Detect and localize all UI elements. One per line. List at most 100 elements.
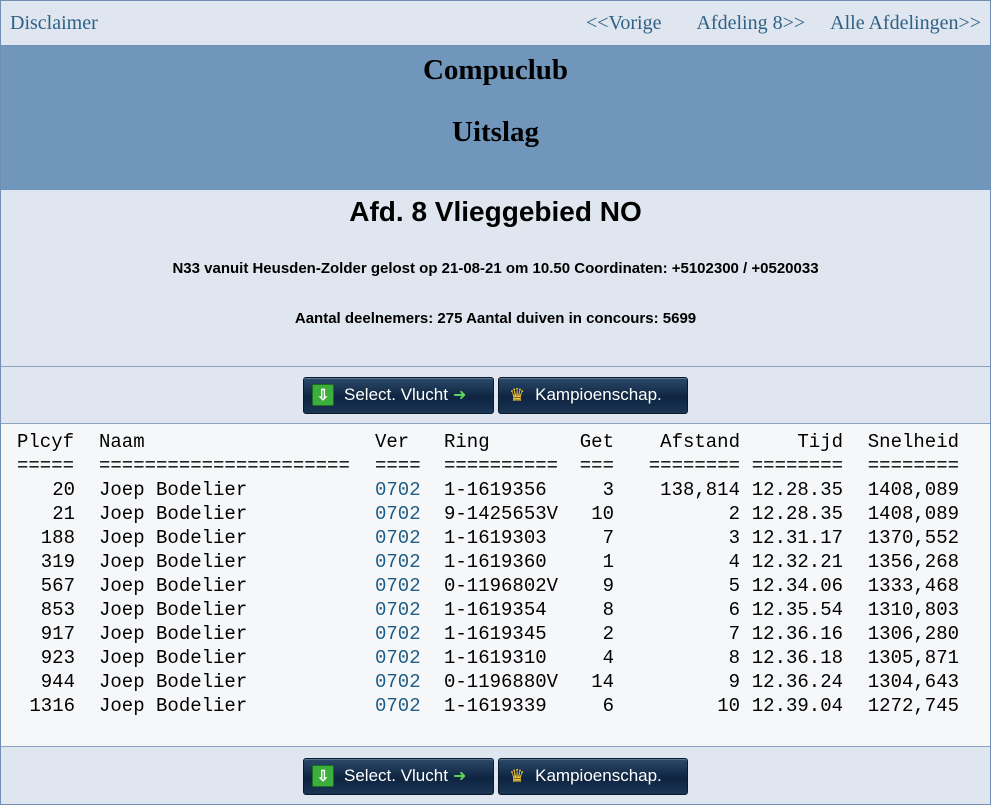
cell-plcyf: 917 xyxy=(40,623,75,645)
all-afdelingen-link[interactable]: Alle Afdelingen>> xyxy=(830,12,981,35)
cell-afstand: 5 xyxy=(728,575,740,597)
cell-ring: 9-1425653V xyxy=(444,503,559,525)
page-title: Uitslag xyxy=(452,116,539,148)
cell-tijd: 12.36.16 xyxy=(751,623,843,645)
cell-tijd: 12.32.21 xyxy=(751,551,843,573)
separator-afstand: ======== xyxy=(648,455,740,477)
cell-plcyf: 944 xyxy=(40,671,75,693)
championship-label: Kampioenschap. xyxy=(535,385,662,404)
table-header-row: Plcyf Naam Ver Ring Get Afstand Tijd Snelheid xyxy=(17,430,990,454)
separator-snelheid: ======== xyxy=(867,455,959,477)
select-flight-button[interactable]: ⇩ Select. Vlucht ➜ xyxy=(303,376,494,414)
cell-snelheid: 1305,871 xyxy=(867,647,959,669)
afdeling-8-link[interactable]: Afdeling 8>> xyxy=(696,12,805,35)
cell-ring: 0-1196802V xyxy=(444,575,559,597)
crown-icon: ♛ xyxy=(509,765,526,786)
cell-ver-link[interactable]: 0702 xyxy=(375,598,440,622)
cell-get: 2 xyxy=(602,623,614,645)
cell-naam: Joep Bodelier xyxy=(99,647,248,669)
cell-ver-link[interactable]: 0702 xyxy=(375,478,440,502)
table-row: 21 Joep Bodelier 0702 9-1425653V 10 2 12.28.35… xyxy=(17,502,990,526)
cell-ring: 1-1619360 xyxy=(444,551,547,573)
table-row: 923 Joep Bodelier 0702 1-1619310 4 8 12.36.18 1… xyxy=(17,646,990,670)
table-row: 1316 Joep Bodelier 0702 1-1619339 6 10 12.39.0… xyxy=(17,694,990,718)
cell-tijd: 12.34.06 xyxy=(751,575,843,597)
cell-tijd: 12.28.35 xyxy=(751,503,843,525)
championship-button[interactable]: ♛ Kampioenschap. xyxy=(498,376,688,414)
cell-ver-link[interactable]: 0702 xyxy=(375,622,440,646)
cell-ring: 1-1619345 xyxy=(444,623,547,645)
cell-plcyf: 20 xyxy=(52,479,75,501)
table-row: 319 Joep Bodelier 0702 1-1619360 1 4 12.32.21 1… xyxy=(17,550,990,574)
cell-ver-link[interactable]: 0702 xyxy=(375,550,440,574)
cell-snelheid: 1306,280 xyxy=(867,623,959,645)
cell-naam: Joep Bodelier xyxy=(99,695,248,717)
cell-tijd: 12.39.04 xyxy=(751,695,843,717)
cell-tijd: 12.36.18 xyxy=(751,647,843,669)
table-row: 188 Joep Bodelier 0702 1-1619303 7 3 12.31.17 1… xyxy=(17,526,990,550)
cell-plcyf: 567 xyxy=(40,575,75,597)
participants-info: Aantal deelnemers: 275 Aantal duiven in … xyxy=(294,310,697,327)
col-header-snelheid: Snelheid xyxy=(867,431,959,453)
results-pre: Plcyf Naam Ver Ring Get Afstand Tijd Snelheid ==… xyxy=(17,430,990,718)
cell-tijd: 12.36.24 xyxy=(751,671,843,693)
col-header-get: Get xyxy=(579,431,614,453)
cell-tijd: 12.35.54 xyxy=(751,599,843,621)
cell-afstand: 9 xyxy=(728,671,740,693)
cell-get: 1 xyxy=(602,551,614,573)
cell-snelheid: 1310,803 xyxy=(867,599,959,621)
cell-tijd: 12.28.35 xyxy=(751,479,843,501)
cell-snelheid: 1370,552 xyxy=(867,527,959,549)
cell-afstand: 138,814 xyxy=(660,479,740,501)
cell-tijd: 12.31.17 xyxy=(751,527,843,549)
cell-ver-link[interactable]: 0702 xyxy=(375,526,440,550)
previous-link[interactable]: <<Vorige xyxy=(586,12,662,35)
download-icon: ⇩ xyxy=(312,765,334,787)
table-row: 853 Joep Bodelier 0702 1-1619354 8 6 12.35.54 1… xyxy=(17,598,990,622)
col-header-afstand: Afstand xyxy=(660,431,740,453)
cell-get: 14 xyxy=(591,671,614,693)
cell-naam: Joep Bodelier xyxy=(99,671,248,693)
cell-ver-link[interactable]: 0702 xyxy=(375,670,440,694)
cell-naam: Joep Bodelier xyxy=(99,599,248,621)
cell-naam: Joep Bodelier xyxy=(99,551,248,573)
table-row: 917 Joep Bodelier 0702 1-1619345 2 7 12.36.16 1… xyxy=(17,622,990,646)
arrow-right-icon: ➜ xyxy=(452,768,467,785)
cell-snelheid: 1304,643 xyxy=(867,671,959,693)
cell-afstand: 3 xyxy=(728,527,740,549)
cell-ring: 1-1619354 xyxy=(444,599,547,621)
select-flight-button-bottom[interactable]: ⇩ Select. Vlucht ➜ xyxy=(303,757,494,795)
cell-ring: 0-1196880V xyxy=(444,671,559,693)
club-header: Compuclub Uitslag xyxy=(1,45,990,190)
separator-plcyf: ===== xyxy=(17,455,75,477)
table-row: 567 Joep Bodelier 0702 0-1196802V 9 5 12.34.06… xyxy=(17,574,990,598)
cell-ring: 1-1619310 xyxy=(444,647,547,669)
table-row: 20 Joep Bodelier 0702 1-1619356 3 138,814 12.2… xyxy=(17,478,990,502)
cell-get: 8 xyxy=(602,599,614,621)
cell-naam: Joep Bodelier xyxy=(99,527,248,549)
col-header-ver: Ver xyxy=(375,431,410,453)
select-flight-label: Select. Vlucht xyxy=(344,766,448,785)
cell-ring: 1-1619303 xyxy=(444,527,547,549)
cell-plcyf: 1316 xyxy=(29,695,75,717)
cell-ver-link[interactable]: 0702 xyxy=(375,646,440,670)
cell-get: 3 xyxy=(602,479,614,501)
afdeling-title: Afd. 8 Vlieggebied NO xyxy=(349,196,642,227)
cell-plcyf: 319 xyxy=(40,551,75,573)
cell-snelheid: 1356,268 xyxy=(867,551,959,573)
championship-label: Kampioenschap. xyxy=(535,766,662,785)
cell-ver-link[interactable]: 0702 xyxy=(375,502,440,526)
cell-ver-link[interactable]: 0702 xyxy=(375,574,440,598)
table-body: 20 Joep Bodelier 0702 1-1619356 3 138,814 12.2… xyxy=(17,478,990,718)
championship-button-bottom[interactable]: ♛ Kampioenschap. xyxy=(498,757,688,795)
arrow-right-icon: ➜ xyxy=(452,387,467,404)
cell-naam: Joep Bodelier xyxy=(99,479,248,501)
table-row: 944 Joep Bodelier 0702 0-1196880V 14 9 12.36.2… xyxy=(17,670,990,694)
cell-plcyf: 188 xyxy=(40,527,75,549)
cell-naam: Joep Bodelier xyxy=(99,623,248,645)
separator-ring: ========== xyxy=(444,455,559,477)
disclaimer-link[interactable]: Disclaimer xyxy=(10,12,98,35)
cell-naam: Joep Bodelier xyxy=(99,575,248,597)
separator-naam: ====================== xyxy=(99,455,350,477)
cell-ver-link[interactable]: 0702 xyxy=(375,694,440,718)
